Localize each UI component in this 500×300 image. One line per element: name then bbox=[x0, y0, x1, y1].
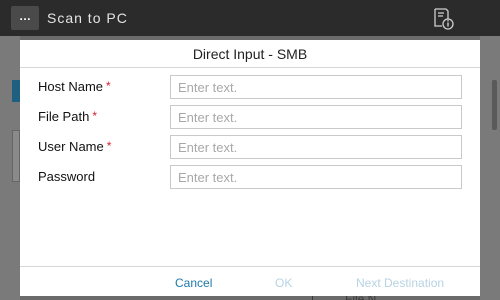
required-mark: * bbox=[106, 79, 111, 93]
host-name-input[interactable] bbox=[170, 75, 462, 99]
host-name-label: Host Name * bbox=[38, 79, 111, 94]
required-mark: * bbox=[106, 139, 112, 153]
password-input[interactable] bbox=[170, 165, 462, 189]
required-mark: * bbox=[92, 109, 97, 123]
direct-input-dialog: Direct Input - SMB Host Name* File Path*… bbox=[20, 40, 480, 296]
top-bar: … Scan to PC bbox=[0, 0, 500, 36]
host-name-row: Host Name * bbox=[20, 75, 480, 99]
password-label: Password bbox=[38, 169, 96, 184]
file-path-label: File Path * bbox=[38, 109, 97, 124]
user-name-row: User Name * bbox=[20, 135, 480, 159]
ok-button[interactable]: OK bbox=[275, 276, 292, 290]
next-destination-button[interactable]: Next Destination bbox=[356, 276, 444, 290]
more-menu-button[interactable]: … bbox=[11, 6, 39, 30]
user-name-input[interactable] bbox=[170, 135, 462, 159]
dialog-footer: Cancel OK Next Destination bbox=[20, 266, 480, 296]
background-card bbox=[12, 130, 20, 182]
background-scrollbar bbox=[492, 80, 497, 130]
document-info-icon[interactable] bbox=[431, 6, 455, 30]
file-path-row: File Path * bbox=[20, 105, 480, 129]
file-path-input[interactable] bbox=[170, 105, 462, 129]
background-selected-item bbox=[12, 80, 20, 102]
app-title: Scan to PC bbox=[47, 10, 128, 26]
password-row: Password bbox=[20, 165, 480, 189]
cancel-button[interactable]: Cancel bbox=[175, 276, 212, 290]
dialog-title: Direct Input - SMB bbox=[20, 40, 480, 68]
background-panel-right bbox=[480, 36, 500, 300]
user-name-label: User Name * bbox=[38, 139, 112, 154]
